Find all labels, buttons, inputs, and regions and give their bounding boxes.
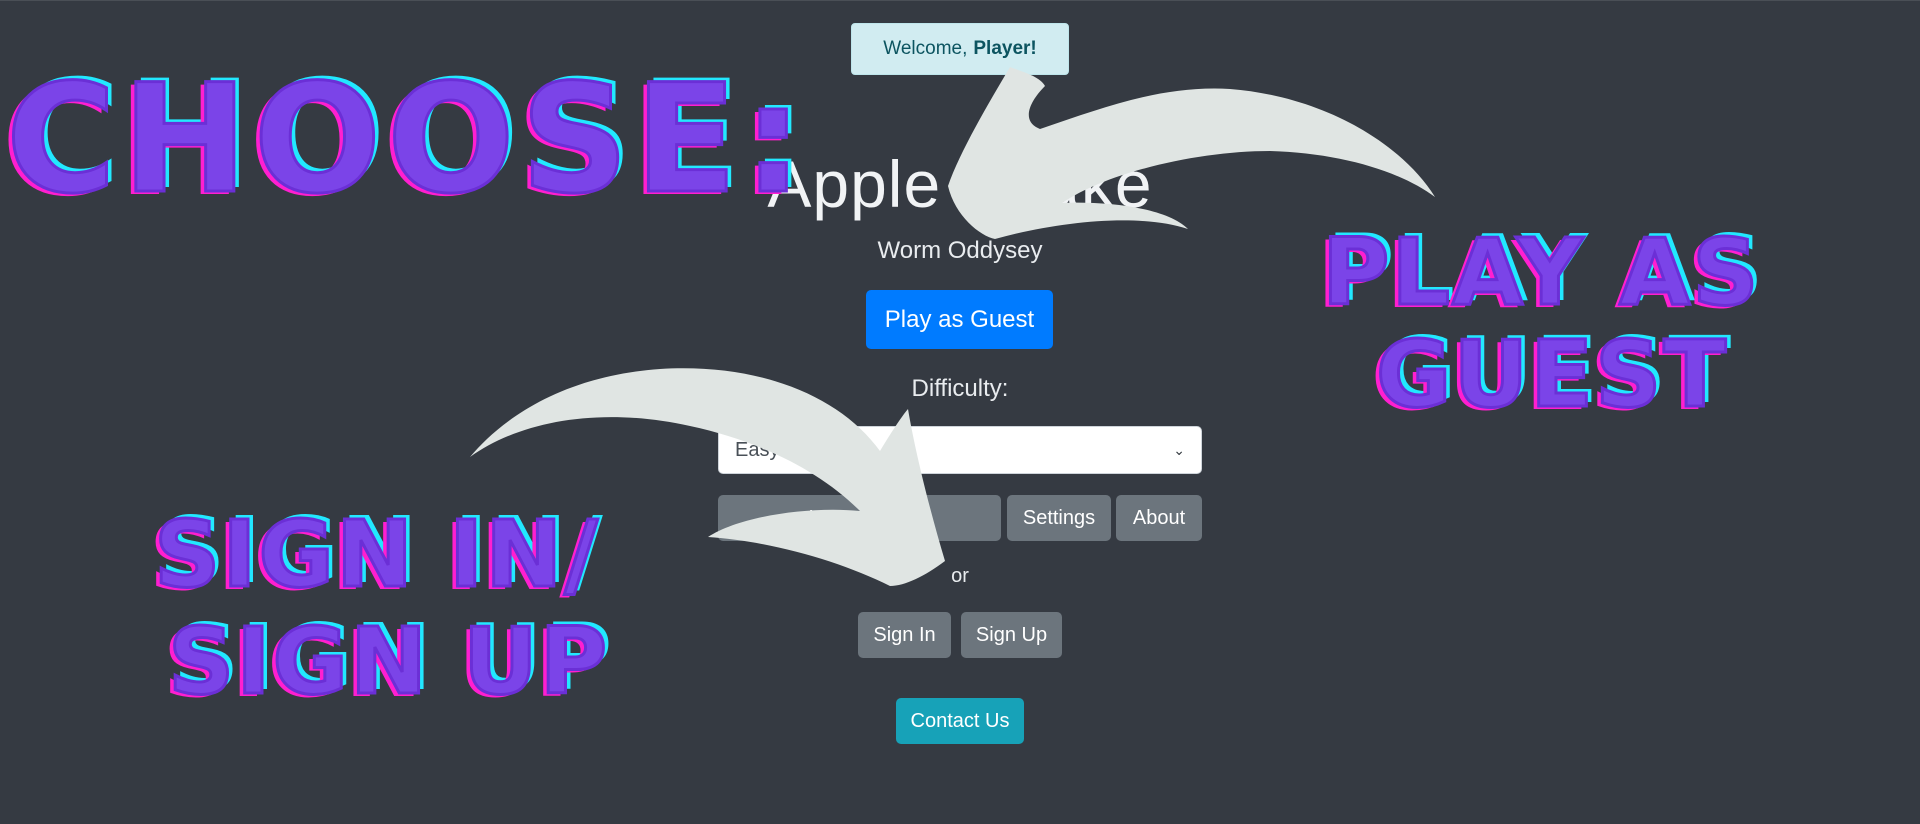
game-menu-screen: Welcome, Player! Apple Snake Worm Oddyse… [0, 0, 1920, 824]
choose-annotation: CHOOSE: [4, 53, 810, 227]
sign-in-annotation-line2: SIGN UP [166, 608, 610, 715]
arrow-to-welcome-icon [948, 67, 1435, 239]
sign-in-annotation-line1: SIGN IN/ [153, 501, 600, 608]
play-as-guest-annotation-line2: GUEST [1374, 321, 1729, 428]
play-as-guest-annotation-line1: PLAY AS [1321, 219, 1761, 326]
